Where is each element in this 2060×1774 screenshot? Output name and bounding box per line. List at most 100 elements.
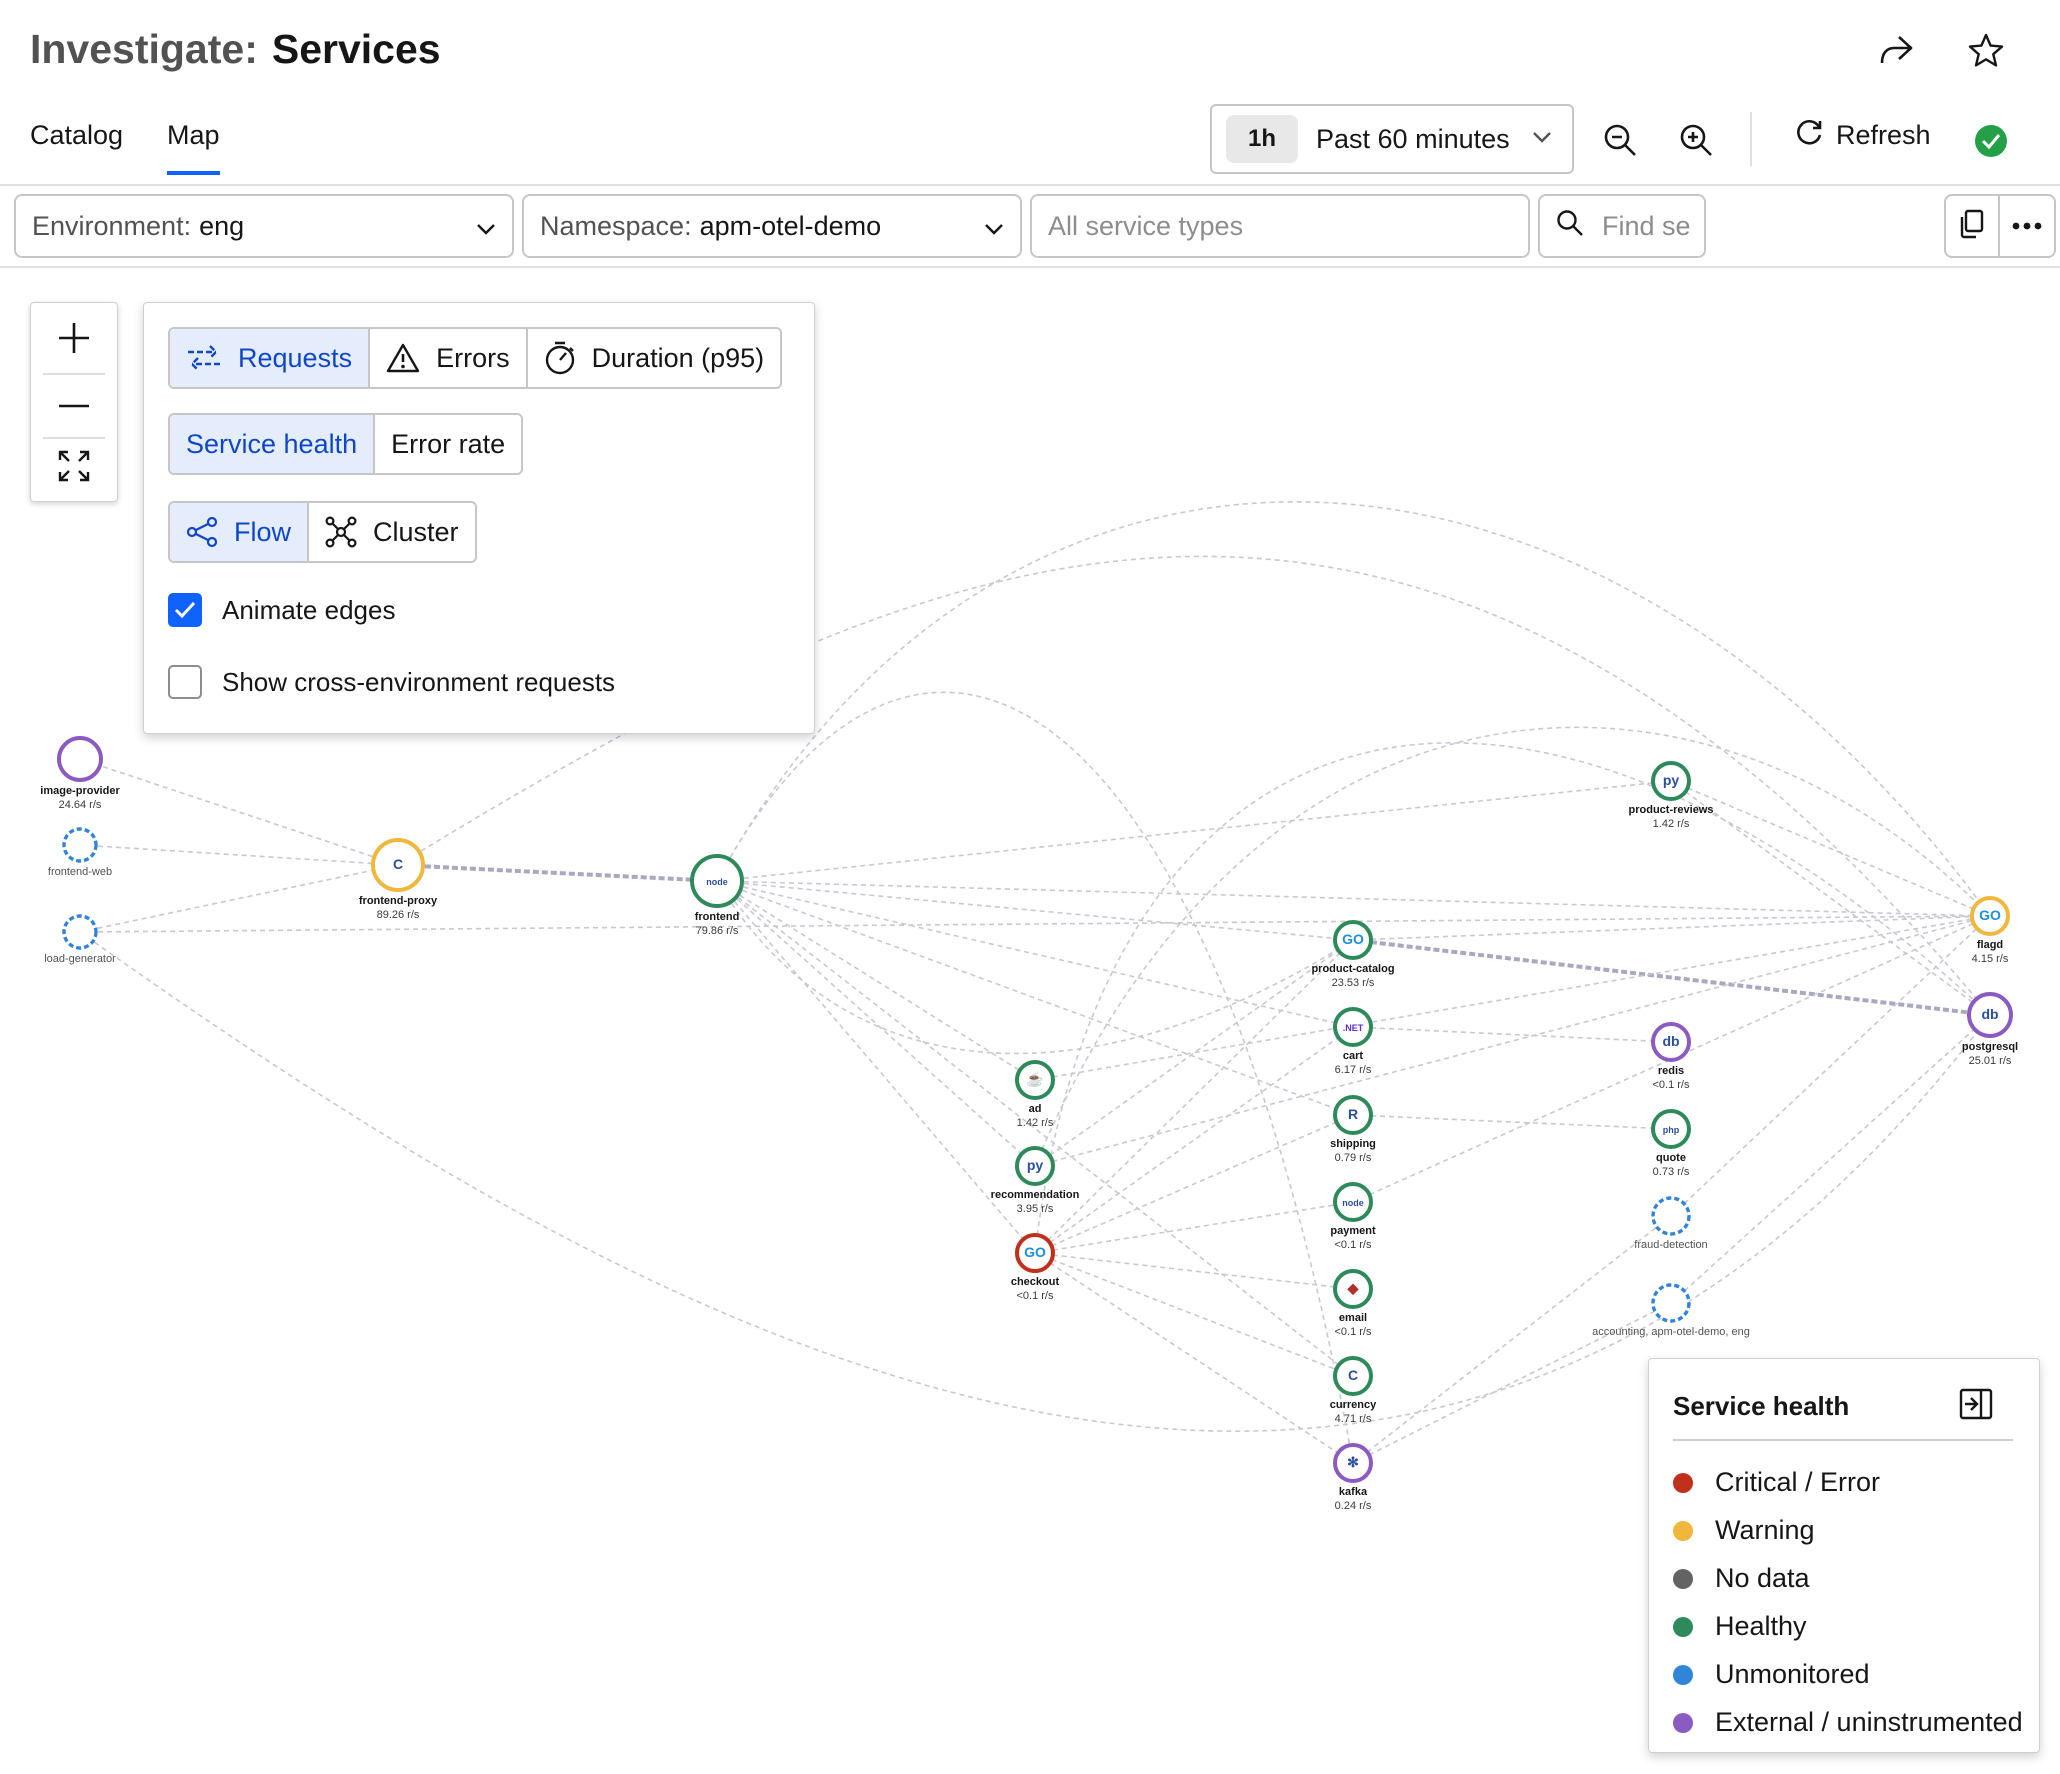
map-zoom-in-button[interactable] [31,309,117,371]
map-edge [1034,939,1354,1254]
service-node-payment[interactable]: node payment <0.1 r/s [1330,1182,1376,1251]
service-node-frontend-web[interactable]: frontend-web [48,827,112,878]
go-icon: GO [1342,931,1364,947]
service-rate: 1.42 r/s [1017,1117,1054,1129]
service-node-fraud-detection[interactable]: fraud-detection [1634,1196,1708,1251]
flow-icon [186,516,218,548]
service-name: frontend-proxy [359,895,438,907]
tab-catalog[interactable]: Catalog [30,120,123,171]
metric-errors-button[interactable]: Errors [370,329,528,387]
service-name: postgresql [1962,1041,2018,1053]
service-node-kafka[interactable]: ✻ kafka 0.24 r/s [1333,1443,1373,1512]
service-rate: 1.42 r/s [1653,818,1690,830]
namespace-value: apm-otel-demo [699,210,882,241]
service-name: frontend [695,911,740,923]
copy-icon [1959,209,1985,244]
more-options-button[interactable] [2000,196,2054,256]
share-icon[interactable] [1868,22,1924,78]
map-edge [1034,1026,1354,1254]
metric-duration-button[interactable]: Duration (p95) [527,329,781,387]
service-node-product-catalog[interactable]: GO product-catalog 23.53 r/s [1311,920,1395,989]
service-node-redis[interactable]: db redis <0.1 r/s [1651,1022,1691,1091]
service-node-flagd[interactable]: GO flagd 4.15 r/s [1970,896,2010,965]
service-name: quote [1656,1152,1686,1164]
service-name: email [1339,1312,1367,1324]
service-node-postgresql[interactable]: db postgresql 25.01 r/s [1962,992,2018,1067]
service-types-placeholder: All service types [1048,210,1244,241]
refresh-button[interactable]: Refresh [1794,118,1931,153]
legend-color-dot [1673,1568,1693,1589]
fit-view-icon [57,449,91,488]
legend-item: Warning [1673,1515,1815,1546]
copy-button[interactable] [1946,196,2000,256]
layout-cluster-label: Cluster [373,516,459,547]
java-icon: ☕ [1026,1070,1043,1088]
animate-edges-checkbox[interactable]: Animate edges [168,593,395,627]
legend-item-label: Unmonitored [1715,1659,1870,1689]
coloring-error-rate-button[interactable]: Error rate [375,415,522,473]
service-rate: <0.1 r/s [1335,1239,1372,1251]
map-edge [79,758,399,866]
service-node-cart[interactable]: .NET cart 6.17 r/s [1333,1007,1373,1076]
service-rate: 24.64 r/s [59,799,102,811]
service-name: fraud-detection [1634,1239,1707,1251]
map-edge [397,863,718,883]
service-node-frontend-proxy[interactable]: Cfrontend-proxy 89.26 r/s [359,838,438,921]
zoom-in-icon[interactable] [1668,112,1724,168]
map-edge [1352,1215,1672,1464]
service-name: payment [1330,1225,1376,1237]
legend-item: Unmonitored [1673,1659,1870,1690]
map-edge [1352,1026,1672,1043]
metric-requests-button[interactable]: Requests [170,329,371,387]
service-name: flagd [1977,939,2003,951]
map-edge [1034,939,1354,1167]
map-edge [1670,1014,1991,1304]
cross-environment-checkbox[interactable]: Show cross-environment requests [168,665,615,699]
service-node-load-generator[interactable]: load-generator [44,914,116,965]
service-rate: 25.01 r/s [1969,1055,2012,1067]
find-service-input[interactable]: Find se [1538,194,1706,258]
service-node-recommendation[interactable]: py recommendation 3.95 r/s [991,1146,1080,1215]
collapse-legend-icon[interactable] [1959,1387,1993,1426]
map-edge [1670,780,1991,1016]
kafka-icon: ✻ [1347,1454,1359,1470]
map-edge [1352,1114,1672,1130]
service-node-image-provider[interactable]: image-provider 24.64 r/s [40,736,120,811]
environment-value: eng [199,210,245,241]
legend-item: Critical / Error [1673,1467,1880,1498]
service-rate: 6.17 r/s [1335,1064,1372,1076]
map-edge [716,880,1354,1028]
map-edge [1352,915,1991,941]
coloring-service-health-button[interactable]: Service health [170,415,376,473]
map-edge [1670,915,1991,1217]
service-node-email[interactable]: ◆ email <0.1 r/s [1333,1269,1373,1338]
service-node-shipping[interactable]: Rshipping 0.79 r/s [1330,1095,1376,1164]
time-range-picker[interactable]: 1h Past 60 minutes [1210,104,1574,174]
coloring-switcher: Service health Error rate [168,413,524,475]
service-node-frontend[interactable]: node frontend 79.86 r/s [690,854,744,937]
legend-item: Healthy [1673,1611,1807,1642]
namespace-select[interactable]: Namespace: apm-otel-demo [522,194,1022,258]
tab-map[interactable]: Map [167,120,220,175]
service-node-checkout[interactable]: GO checkout <0.1 r/s [1011,1233,1060,1302]
service-node-currency[interactable]: Ccurrency 4.71 r/s [1330,1356,1377,1425]
plus-icon [57,321,91,360]
service-types-select[interactable]: All service types [1030,194,1530,258]
service-node-product-reviews[interactable]: py product-reviews 1.42 r/s [1629,761,1714,830]
service-name: product-catalog [1311,963,1394,975]
map-zoom-out-button[interactable] [31,373,117,435]
service-node-accounting[interactable]: accounting, apm-otel-demo, eng [1592,1283,1750,1338]
zoom-out-icon[interactable] [1592,112,1648,168]
star-icon[interactable] [1958,22,2014,78]
layout-cluster-button[interactable]: Cluster [309,503,475,561]
service-node-ad[interactable]: ☕ ad 1.42 r/s [1015,1060,1055,1129]
layout-flow-button[interactable]: Flow [170,503,310,561]
service-node-quote[interactable]: php quote 0.73 r/s [1651,1109,1691,1178]
fit-view-button[interactable] [31,437,117,499]
service-name: recommendation [991,1189,1080,1201]
time-range-label: Past 60 minutes [1316,123,1510,154]
refresh-label: Refresh [1836,120,1931,150]
service-rate: <0.1 r/s [1653,1079,1690,1091]
environment-select[interactable]: Environment: eng [14,194,514,258]
database-icon: db [1662,1033,1679,1049]
